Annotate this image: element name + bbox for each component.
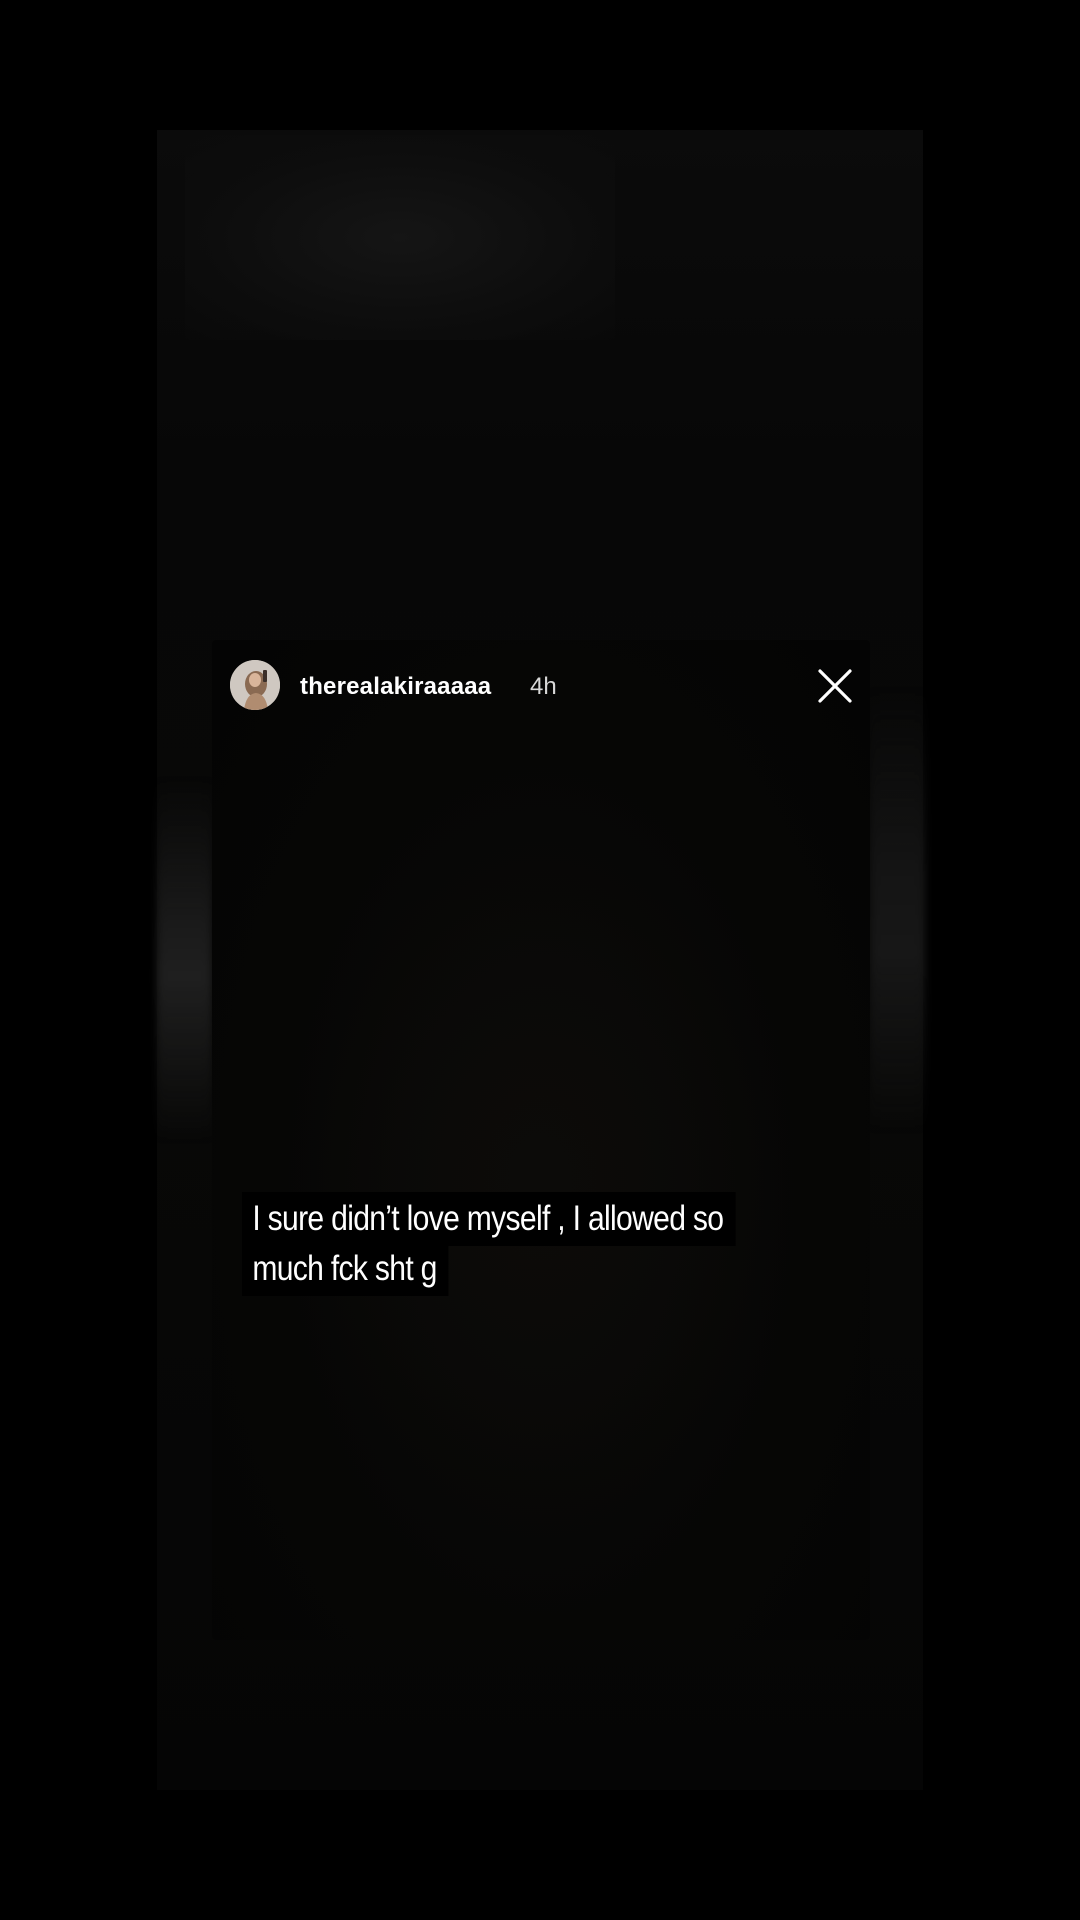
story-timestamp: 4h bbox=[530, 673, 557, 700]
story-viewer: therealakiraaaaa 4h I sure didn’t love m… bbox=[0, 0, 1080, 1920]
story-header: therealakiraaaaa 4h bbox=[230, 660, 860, 712]
story-caption-line: much fck sht g bbox=[242, 1242, 449, 1296]
story-background-edge-right bbox=[870, 690, 925, 1130]
close-button[interactable] bbox=[815, 666, 855, 706]
story-caption-line: I sure didn’t love myself , I allowed so bbox=[242, 1192, 736, 1246]
close-icon bbox=[818, 669, 852, 703]
story-background-edge-left bbox=[157, 780, 212, 1140]
story-background-glow bbox=[185, 135, 615, 340]
story-username[interactable]: therealakiraaaaa bbox=[300, 673, 491, 701]
avatar-image bbox=[230, 660, 280, 710]
avatar[interactable] bbox=[230, 660, 280, 710]
